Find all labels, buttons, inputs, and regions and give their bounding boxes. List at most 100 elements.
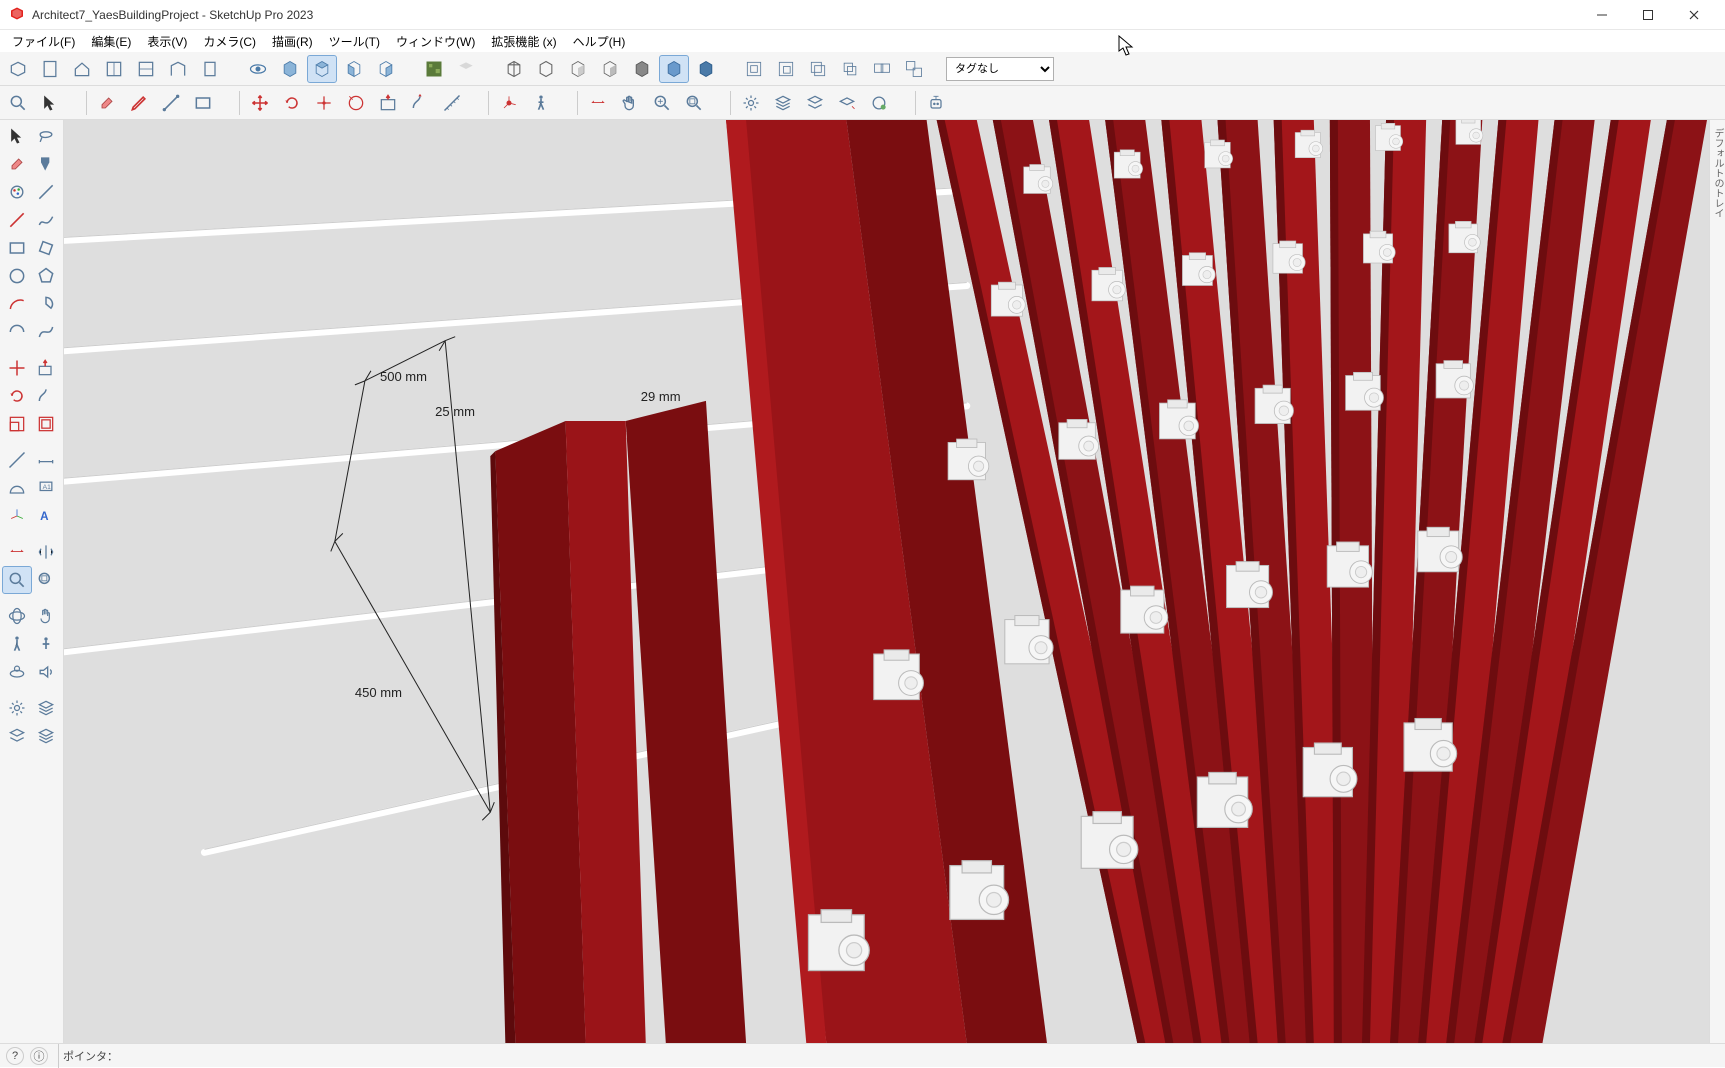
close-button[interactable] [1671,0,1717,30]
texture-map-icon[interactable] [419,55,449,83]
scale-icon[interactable] [309,89,339,117]
ctx-c-icon[interactable] [803,55,833,83]
polygon-tool[interactable] [32,262,62,290]
followme-tool[interactable] [32,382,62,410]
pushpull-tool[interactable] [32,354,62,382]
style-shaded-tex-icon[interactable] [595,55,625,83]
ctx-d-icon[interactable] [835,55,865,83]
zoom-ext-icon[interactable] [647,89,677,117]
mirror-tool[interactable] [32,538,62,566]
zoom-win-icon[interactable] [679,89,709,117]
viewport-3d[interactable]: 500 mm 25 mm 29 mm 450 mm [64,120,1709,1043]
gear-icon[interactable] [736,89,766,117]
circle-tool[interactable] [2,262,32,290]
dim-tool[interactable] [32,446,62,474]
gear-tool[interactable] [2,694,32,722]
tag-dropdown[interactable]: タグなし [946,57,1054,81]
right-tray-collapsed[interactable]: デフォルトのトレイ [1709,120,1725,1043]
axes-tool[interactable] [2,502,32,530]
eraser-tool[interactable] [2,150,32,178]
menu-view[interactable]: 表示(V) [139,31,195,52]
rotate-icon[interactable] [277,89,307,117]
robot-icon[interactable] [921,89,951,117]
layers1-icon[interactable] [768,89,798,117]
layers2-icon[interactable] [800,89,830,117]
followme-icon[interactable] [405,89,435,117]
lasso-tool[interactable] [32,122,62,150]
layers2-tool[interactable] [32,722,62,750]
status-help-icon[interactable]: ? [6,1047,24,1065]
texture-blank-icon[interactable] [451,55,481,83]
eraser-icon[interactable] [92,89,122,117]
style-mono-icon[interactable] [627,55,657,83]
template-section-icon[interactable] [131,55,161,83]
orbit-tool[interactable] [2,602,32,630]
text-tool[interactable]: A1 [32,474,62,502]
pencil-icon[interactable] [124,89,154,117]
menu-draw[interactable]: 描画(R) [264,31,321,52]
protractor-tool[interactable] [2,474,32,502]
menu-tools[interactable]: ツール(T) [321,31,388,52]
menu-camera[interactable]: カメラ(C) [195,31,264,52]
ctx-e-icon[interactable] [867,55,897,83]
style-xray-icon[interactable] [659,55,689,83]
view-front-icon[interactable] [339,55,369,83]
maximize-button[interactable] [1625,0,1671,30]
axes-icon[interactable] [494,89,524,117]
ctx-f-icon[interactable] [899,55,929,83]
walk-icon[interactable] [526,89,556,117]
minimize-button[interactable] [1579,0,1625,30]
pan-icon[interactable] [615,89,645,117]
menu-help[interactable]: ヘルプ(H) [565,31,634,52]
freehand-tool[interactable] [32,206,62,234]
audio-tool[interactable] [32,658,62,686]
scale-tool[interactable] [2,410,32,438]
position-tool[interactable] [2,658,32,686]
3dtext-tool[interactable]: A [32,502,62,530]
view-orbit-icon[interactable] [243,55,273,83]
offset-tool[interactable] [32,410,62,438]
line-tool[interactable] [2,206,32,234]
template-elevation-icon[interactable] [163,55,193,83]
template-page-icon[interactable] [195,55,225,83]
layers-tool[interactable] [2,722,32,750]
arc3-tool[interactable] [2,318,32,346]
style-wireframe-icon[interactable] [499,55,529,83]
template-house-icon[interactable] [67,55,97,83]
zoomwin-tool[interactable] [32,566,62,594]
tape-tool[interactable] [2,446,32,474]
select-arrow-icon[interactable] [35,89,65,117]
layers3-icon[interactable] [832,89,862,117]
pie-tool[interactable] [32,290,62,318]
move-tool[interactable] [2,354,32,382]
material-tool[interactable] [2,178,32,206]
walk-tool[interactable] [2,630,32,658]
offset-icon[interactable] [341,89,371,117]
arc-tool[interactable] [2,290,32,318]
bezier-tool[interactable] [32,318,62,346]
menu-window[interactable]: ウィンドウ(W) [388,31,483,52]
paint-tool[interactable] [32,150,62,178]
sandbox-tool[interactable] [32,694,62,722]
view-top-icon[interactable] [307,55,337,83]
status-info-icon[interactable]: ⓘ [30,1047,48,1065]
menu-edit[interactable]: 編集(E) [83,31,139,52]
rotate-tool[interactable] [2,382,32,410]
rot-rect-tool[interactable] [32,234,62,262]
section-icon[interactable] [583,89,613,117]
style-back-icon[interactable] [691,55,721,83]
style-shaded-icon[interactable] [563,55,593,83]
tape-icon[interactable] [437,89,467,117]
zoom-tool[interactable] [2,566,32,594]
clear-tool[interactable] [32,178,62,206]
menu-file[interactable]: ファイル(F) [4,31,83,52]
layers4-icon[interactable] [864,89,894,117]
ctx-a-icon[interactable] [739,55,769,83]
template-plan-icon[interactable] [99,55,129,83]
select-tool[interactable] [2,122,32,150]
move-icon[interactable] [245,89,275,117]
template-model-icon[interactable] [3,55,33,83]
pushpull-icon[interactable] [373,89,403,117]
template-new-icon[interactable] [35,55,65,83]
menu-extensions[interactable]: 拡張機能 (x) [483,31,564,52]
